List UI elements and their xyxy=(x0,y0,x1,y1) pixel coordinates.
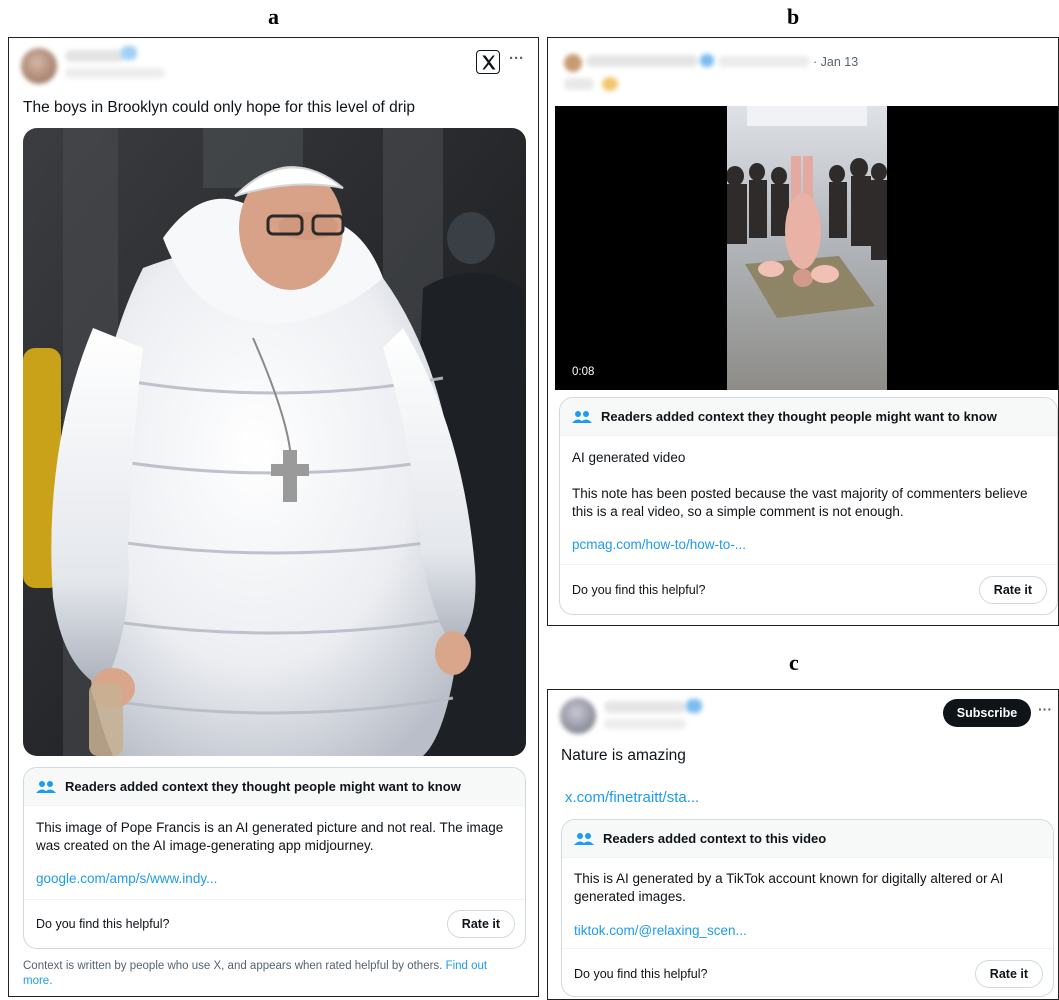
community-note: Readers added context they thought peopl… xyxy=(23,767,526,949)
x-logo-icon[interactable] xyxy=(476,50,500,74)
display-name[interactable] xyxy=(604,701,686,713)
handle[interactable] xyxy=(718,56,810,67)
tweet-text: The boys in Brooklyn could only hope for… xyxy=(23,99,416,116)
community-note: Readers added context they thought peopl… xyxy=(559,397,1058,615)
emoji-blurred xyxy=(602,77,618,91)
tweet-text-blurred xyxy=(564,78,594,90)
panel-c-tweet: Subscribe ··· Nature is amazing x.com/fi… xyxy=(547,689,1059,1000)
avatar[interactable] xyxy=(564,54,582,72)
panel-letter-c: c xyxy=(789,650,799,675)
panel-letter-b: b xyxy=(787,4,800,29)
tweet-video[interactable]: 0:08 xyxy=(555,106,1058,390)
note-header: Readers added context they thought peopl… xyxy=(24,768,525,806)
note-summary: AI generated video xyxy=(572,450,686,465)
rate-it-button[interactable]: Rate it xyxy=(446,910,515,938)
panel-b-tweet: · Jan 13 0:08 Readers added context they… xyxy=(547,37,1059,626)
helpful-prompt: Do you find this helpful? xyxy=(36,917,170,931)
verified-badge-icon xyxy=(121,46,137,60)
post-date: · Jan 13 xyxy=(813,55,859,69)
avatar[interactable] xyxy=(560,698,596,734)
avatar[interactable] xyxy=(21,48,57,84)
disclaimer-text: Context is written by people who use X, … xyxy=(23,960,443,972)
subscribe-button[interactable]: Subscribe xyxy=(943,699,1031,727)
pope-puffer-image xyxy=(23,128,526,756)
note-disclaimer: Context is written by people who use X, … xyxy=(23,959,518,989)
tweet-image[interactable] xyxy=(23,128,526,756)
note-divider xyxy=(560,564,1057,565)
note-header: Readers added context to this video xyxy=(562,820,1053,858)
people-icon xyxy=(574,832,594,845)
note-header-text: Readers added context they thought peopl… xyxy=(65,779,461,794)
tweet-text: Nature is amazing xyxy=(561,747,686,764)
note-header: Readers added context they thought peopl… xyxy=(560,398,1057,436)
note-source-link[interactable]: pcmag.com/how-to/how-to-... xyxy=(572,537,746,552)
tweet-link[interactable]: x.com/finetraitt/sta... xyxy=(565,789,699,806)
note-header-text: Readers added context they thought peopl… xyxy=(601,409,997,424)
display-name[interactable] xyxy=(65,50,125,62)
people-icon xyxy=(572,410,592,423)
helpful-prompt: Do you find this helpful? xyxy=(572,583,706,597)
note-body: This note has been posted because the va… xyxy=(572,486,1028,519)
note-source-link[interactable]: google.com/amp/s/www.indy... xyxy=(36,871,217,886)
handle[interactable] xyxy=(604,719,686,729)
video-timestamp: 0:08 xyxy=(572,366,595,378)
handle[interactable] xyxy=(65,68,165,78)
note-body: This image of Pope Francis is an AI gene… xyxy=(36,820,504,853)
note-divider xyxy=(562,948,1053,949)
video-frame xyxy=(727,106,887,390)
community-note: Readers added context to this video This… xyxy=(561,819,1054,997)
more-icon[interactable]: ··· xyxy=(1038,701,1052,717)
verified-badge-icon xyxy=(686,699,702,713)
verified-badge-icon xyxy=(700,54,714,67)
panel-letter-a: a xyxy=(268,4,279,29)
rate-it-button[interactable]: Rate it xyxy=(978,576,1047,604)
note-body: This is AI generated by a TikTok account… xyxy=(574,871,1004,904)
more-icon[interactable]: ··· xyxy=(509,50,524,67)
note-header-text: Readers added context to this video xyxy=(603,831,827,846)
display-name[interactable] xyxy=(586,55,698,67)
panel-a-tweet: ··· The boys in Brooklyn could only hope… xyxy=(8,37,539,997)
note-source-link[interactable]: tiktok.com/@relaxing_scen... xyxy=(574,923,747,938)
helpful-prompt: Do you find this helpful? xyxy=(574,967,708,981)
note-divider xyxy=(24,899,525,900)
people-icon xyxy=(36,780,56,793)
rate-it-button[interactable]: Rate it xyxy=(974,960,1043,988)
